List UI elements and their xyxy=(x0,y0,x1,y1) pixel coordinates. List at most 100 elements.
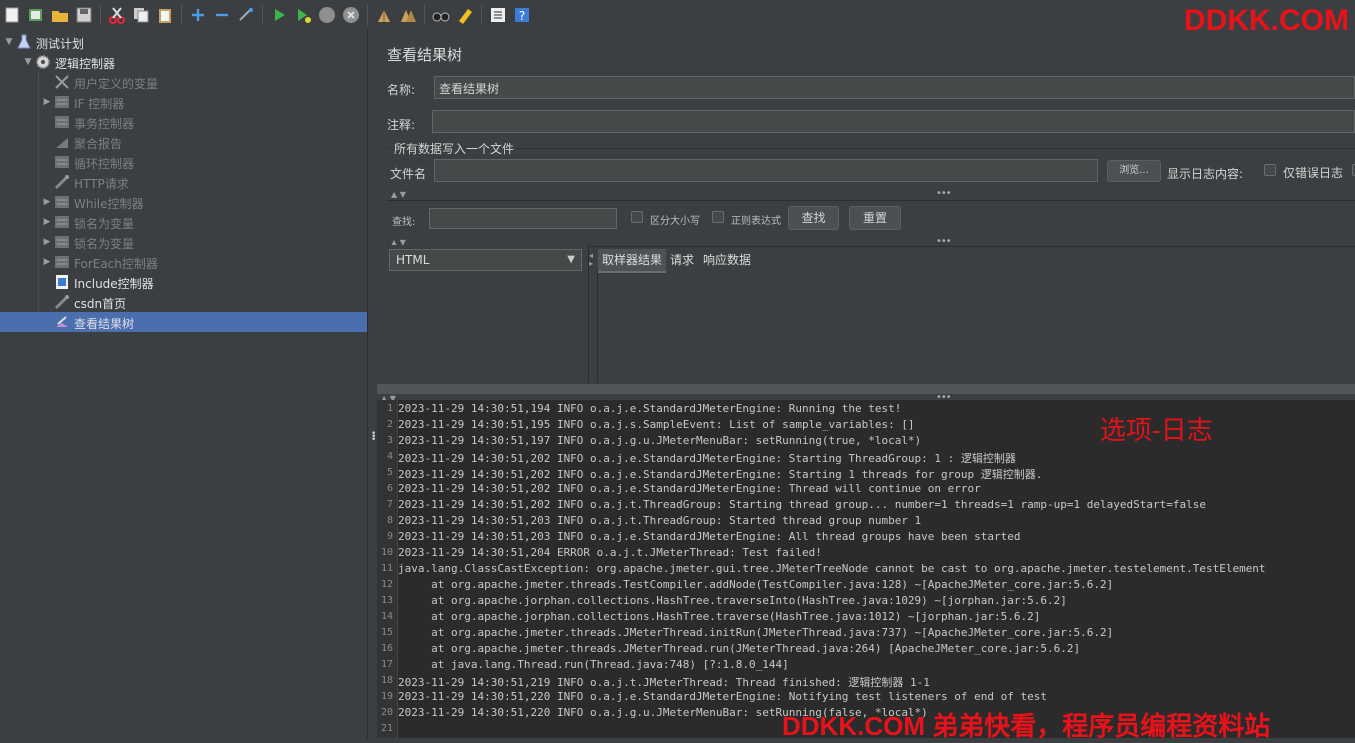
cut-icon[interactable] xyxy=(106,4,128,26)
watermark-bottom: DDKK.COM 弟弟快看，程序员编程资料站 xyxy=(782,711,1271,741)
chevron-right-icon[interactable]: ▶ xyxy=(42,217,52,227)
chevron-down-icon[interactable]: ▼ xyxy=(4,37,14,47)
pipette-icon xyxy=(53,294,71,310)
tree-item[interactable]: ▶ ForEach控制器 xyxy=(0,252,367,272)
tree-item[interactable]: 循环控制器 xyxy=(0,152,367,172)
clear-icon[interactable] xyxy=(373,4,395,26)
tree-item[interactable]: 用户定义的变量 xyxy=(0,72,367,92)
tree-item[interactable]: csdn首页 xyxy=(0,292,367,312)
tree-item[interactable]: HTTP请求 xyxy=(0,172,367,192)
start-icon[interactable] xyxy=(268,4,290,26)
log-line: at org.apache.jorphan.collections.HashTr… xyxy=(398,610,1041,623)
tree-item-label: ForEach控制器 xyxy=(74,257,158,271)
reset-search-icon[interactable] xyxy=(454,4,476,26)
filename-label: 文件名 xyxy=(390,167,427,181)
filename-field[interactable] xyxy=(434,159,1098,182)
search-icon[interactable] xyxy=(430,4,452,26)
controller-icon xyxy=(53,254,71,270)
tree-item[interactable]: ▼ 测试计划 xyxy=(0,32,367,52)
tab-sampler-result[interactable]: 取样器结果 xyxy=(598,249,667,273)
stop-icon[interactable] xyxy=(316,4,338,26)
log-line-number: 8 xyxy=(386,515,393,526)
tree-item-label: 聚合报告 xyxy=(74,137,123,151)
log-viewer[interactable]: 1 2023-11-29 14:30:51,194 INFO o.a.j.e.St… xyxy=(377,400,1355,738)
pane-split-arrows[interactable]: ◂ ▸ xyxy=(589,252,593,268)
tree-item[interactable]: ▶ IF 控制器 xyxy=(0,92,367,112)
tab-request[interactable]: 请求 xyxy=(666,249,698,271)
test-plan-tree: ▼ 测试计划 ▼ 逻辑控制器 用户定义的变量 ▶ IF 控制器 事务控制器 聚合报告 循环控制器 H… xyxy=(0,30,367,738)
tree-item-label: HTTP请求 xyxy=(74,177,129,191)
tree-item[interactable]: 查看结果树 xyxy=(0,312,367,332)
controller-icon xyxy=(53,194,71,210)
name-field[interactable]: 查看结果树 xyxy=(434,76,1355,99)
log-line: at org.apache.jmeter.threads.JMeterThrea… xyxy=(398,642,1081,655)
search-label: 查找: xyxy=(392,217,416,228)
log-line: 2023-11-29 14:30:51,203 INFO o.a.j.e.Sta… xyxy=(398,530,1021,543)
save-icon[interactable] xyxy=(73,4,95,26)
section-divider xyxy=(387,200,1355,201)
log-line: 2023-11-29 14:30:51,194 INFO o.a.j.e.Sta… xyxy=(398,402,902,415)
chevron-right-icon[interactable]: ▶ xyxy=(42,257,52,267)
collapse-arrows[interactable]: ▲ ▼ xyxy=(391,190,406,199)
tree-item[interactable]: ▶ 锁名为变量 xyxy=(0,232,367,252)
start-no-pause-icon[interactable] xyxy=(292,4,314,26)
toggle-icon[interactable] xyxy=(235,4,257,26)
log-line: 2023-11-29 14:30:51,202 INFO o.a.j.t.Thr… xyxy=(398,498,1206,511)
log-line-number: 7 xyxy=(386,499,393,510)
chevron-right-icon[interactable]: ▶ xyxy=(42,237,52,247)
log-line: at java.lang.Thread.run(Thread.java:748)… xyxy=(398,658,789,671)
tree-item-label: 逻辑控制器 xyxy=(55,57,116,71)
browse-button[interactable]: 浏览... xyxy=(1107,160,1161,182)
tree-item-label: While控制器 xyxy=(74,197,144,211)
log-content-label: 显示日志内容: xyxy=(1167,167,1244,181)
expand-icon[interactable] xyxy=(187,4,209,26)
regex-checkbox[interactable] xyxy=(712,211,724,223)
chevron-right-icon[interactable]: ▶ xyxy=(42,97,52,107)
tab-response-data[interactable]: 响应数据 xyxy=(699,249,755,271)
log-splitter[interactable] xyxy=(377,384,1355,394)
log-line-number: 13 xyxy=(380,595,393,606)
write-all-label: 所有数据写入一个文件 xyxy=(391,140,518,157)
shutdown-icon[interactable] xyxy=(340,4,362,26)
tree-item-label: IF 控制器 xyxy=(74,97,125,111)
tree-item-label: 锁名为变量 xyxy=(74,217,135,231)
split-dots[interactable]: ••• xyxy=(936,188,952,199)
tree-item[interactable]: 事务控制器 xyxy=(0,112,367,132)
log-line: 2023-11-29 14:30:51,202 INFO o.a.j.e.Sta… xyxy=(398,468,1043,481)
tree-item[interactable]: ▶ While控制器 xyxy=(0,192,367,212)
copy-icon[interactable] xyxy=(130,4,152,26)
case-sensitive-checkbox[interactable] xyxy=(631,211,643,223)
controller-icon xyxy=(53,114,71,130)
result-detail-pane xyxy=(597,270,1355,383)
splitter-grip[interactable]: • • • xyxy=(371,430,376,445)
templates-icon[interactable] xyxy=(25,4,47,26)
log-line: 2023-11-29 14:30:51,202 INFO o.a.j.e.Sta… xyxy=(398,452,1016,465)
errors-only-checkbox[interactable] xyxy=(1264,164,1276,176)
log-line-number: 10 xyxy=(380,547,393,558)
wrench-icon xyxy=(53,74,71,90)
tree-item[interactable]: ▼ 逻辑控制器 xyxy=(0,52,367,72)
help-icon[interactable]: ? xyxy=(511,4,533,26)
chevron-right-icon[interactable]: ▶ xyxy=(42,197,52,207)
new-icon[interactable] xyxy=(1,4,23,26)
renderer-select[interactable]: HTML ▼ xyxy=(389,249,582,271)
search-input[interactable] xyxy=(429,208,617,229)
comment-field[interactable] xyxy=(432,110,1355,133)
tree-item[interactable]: Include控制器 xyxy=(0,272,367,292)
paste-icon[interactable] xyxy=(154,4,176,26)
function-helper-icon[interactable] xyxy=(487,4,509,26)
tree-item-label: 循环控制器 xyxy=(74,157,135,171)
tree-item[interactable]: 聚合报告 xyxy=(0,132,367,152)
log-line: at org.apache.jmeter.threads.JMeterThrea… xyxy=(398,626,1114,639)
reset-button[interactable]: 重置 xyxy=(849,206,901,230)
log-line-number: 5 xyxy=(386,467,393,478)
find-button[interactable]: 查找 xyxy=(788,206,839,230)
chevron-down-icon[interactable]: ▼ xyxy=(23,57,33,67)
log-line: java.lang.ClassCastException: org.apache… xyxy=(398,562,1266,575)
log-line-number: 20 xyxy=(380,707,393,718)
errors-only-label: 仅错误日志 xyxy=(1283,166,1344,180)
collapse-icon[interactable] xyxy=(211,4,233,26)
tree-item[interactable]: ▶ 锁名为变量 xyxy=(0,212,367,232)
clear-all-icon[interactable] xyxy=(397,4,419,26)
open-icon[interactable] xyxy=(49,4,71,26)
